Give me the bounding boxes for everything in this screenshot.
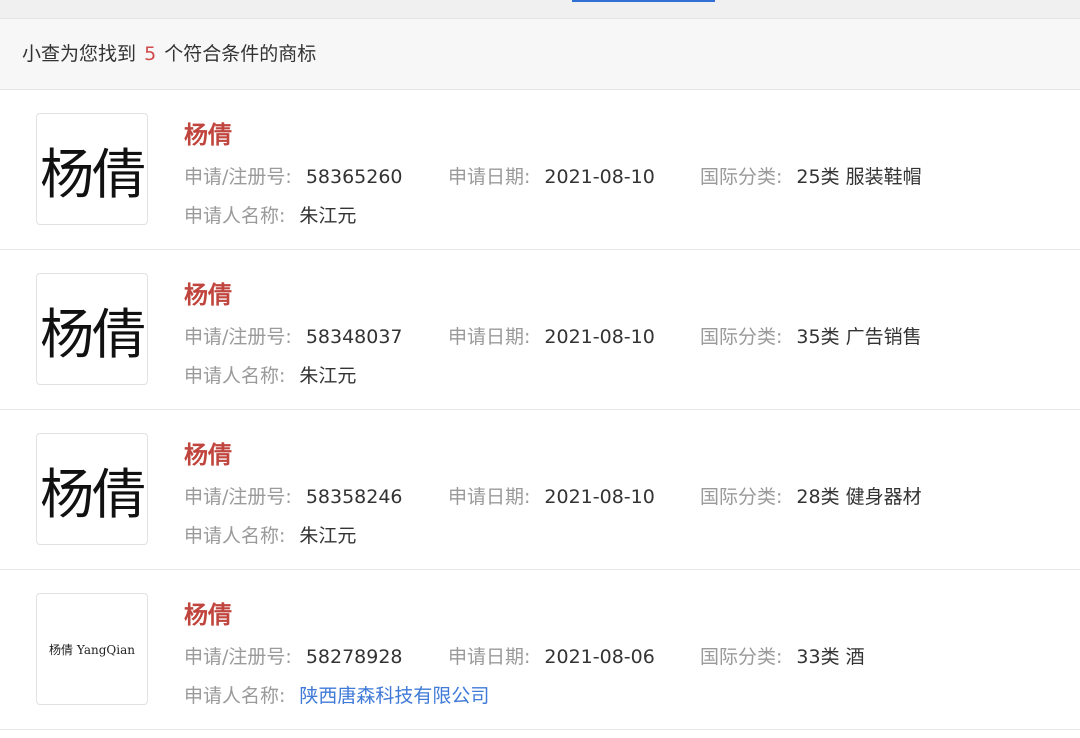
apply-date-label: 申请日期: [448,646,531,668]
trademark-logo-text: 杨倩 [40,142,146,206]
reg-no-label: 申请/注册号: [184,166,292,188]
intl-class-label: 国际分类: [700,326,783,348]
applicant-row: 申请人名称: 陕西唐森科技有限公司 [184,681,489,708]
reg-no-value: 58358246 [305,486,403,508]
trademark-name[interactable]: 杨倩 [184,435,232,470]
apply-date-value: 2021-08-10 [544,326,655,348]
apply-date-value: 2021-08-10 [544,166,655,188]
reg-no-label: 申请/注册号: [184,326,292,348]
intl-class-value: 28类 健身器材 [796,486,922,508]
trademark-name[interactable]: 杨倩 [184,595,232,630]
trademark-logo-image[interactable]: 杨倩 [36,433,148,545]
intl-class-value: 33类 酒 [796,646,865,668]
trademark-result-card[interactable]: 杨倩 YangQian 杨倩 申请/注册号: 58278928 申请日期: 2021… [0,570,1080,730]
applicant-row: 申请人名称: 朱江元 [184,201,356,228]
applicant-value: 朱江元 [299,525,357,547]
applicant-link[interactable]: 陕西唐森科技有限公司 [299,685,489,707]
trademark-meta-row: 申请/注册号: 58365260 申请日期: 2021-08-10 国际分类: 25类… [184,162,922,189]
reg-no-label: 申请/注册号: [184,486,292,508]
apply-date-label: 申请日期: [448,326,531,348]
trademark-meta-row: 申请/注册号: 58358246 申请日期: 2021-08-10 国际分类: 28类… [184,482,922,509]
result-count: 5 [144,43,157,65]
intl-class-label: 国际分类: [700,486,783,508]
trademark-meta-row: 申请/注册号: 58348037 申请日期: 2021-08-10 国际分类: 35类… [184,322,922,349]
reg-no-value: 58365260 [305,166,403,188]
reg-no-value: 58278928 [305,646,403,668]
trademark-logo-text: 杨倩 [40,302,146,366]
trademark-result-card[interactable]: 杨倩 杨倩 申请/注册号: 58365260 申请日期: 2021-08-10 国际… [0,90,1080,250]
trademark-result-list: 杨倩 杨倩 申请/注册号: 58365260 申请日期: 2021-08-10 国际… [0,90,1080,730]
trademark-logo-text: 杨倩 [40,462,146,526]
applicant-label: 申请人名称: [184,685,286,707]
apply-date-value: 2021-08-10 [544,486,655,508]
applicant-row: 申请人名称: 朱江元 [184,521,356,548]
applicant-value: 朱江元 [299,365,357,387]
trademark-logo-image[interactable]: 杨倩 [36,273,148,385]
applicant-label: 申请人名称: [184,525,286,547]
trademark-name[interactable]: 杨倩 [184,275,232,310]
trademark-meta-row: 申请/注册号: 58278928 申请日期: 2021-08-06 国际分类: 33类… [184,642,865,669]
apply-date-label: 申请日期: [448,486,531,508]
applicant-label: 申请人名称: [184,205,286,227]
trademark-result-card[interactable]: 杨倩 杨倩 申请/注册号: 58348037 申请日期: 2021-08-10 国际… [0,250,1080,410]
intl-class-value: 35类 广告销售 [796,326,922,348]
trademark-logo-text: 杨倩 YangQian [49,642,135,657]
applicant-value: 朱江元 [299,205,357,227]
result-summary-suffix: 个符合条件的商标 [164,43,317,65]
applicant-row: 申请人名称: 朱江元 [184,361,356,388]
applicant-label: 申请人名称: [184,365,286,387]
trademark-logo-image[interactable]: 杨倩 YangQian [36,593,148,705]
reg-no-label: 申请/注册号: [184,646,292,668]
result-summary-prefix: 小查为您找到 [22,43,137,65]
reg-no-value: 58348037 [305,326,403,348]
result-summary: 小查为您找到 5 个符合条件的商标 [0,19,1080,90]
apply-date-label: 申请日期: [448,166,531,188]
intl-class-value: 25类 服装鞋帽 [796,166,922,188]
trademark-result-card[interactable]: 杨倩 杨倩 申请/注册号: 58358246 申请日期: 2021-08-10 国际… [0,410,1080,570]
top-tab-strip [0,0,1080,19]
trademark-logo-image[interactable]: 杨倩 [36,113,148,225]
intl-class-label: 国际分类: [700,646,783,668]
intl-class-label: 国际分类: [700,166,783,188]
active-tab-indicator [572,0,715,2]
trademark-name[interactable]: 杨倩 [184,115,232,150]
apply-date-value: 2021-08-06 [544,646,655,668]
